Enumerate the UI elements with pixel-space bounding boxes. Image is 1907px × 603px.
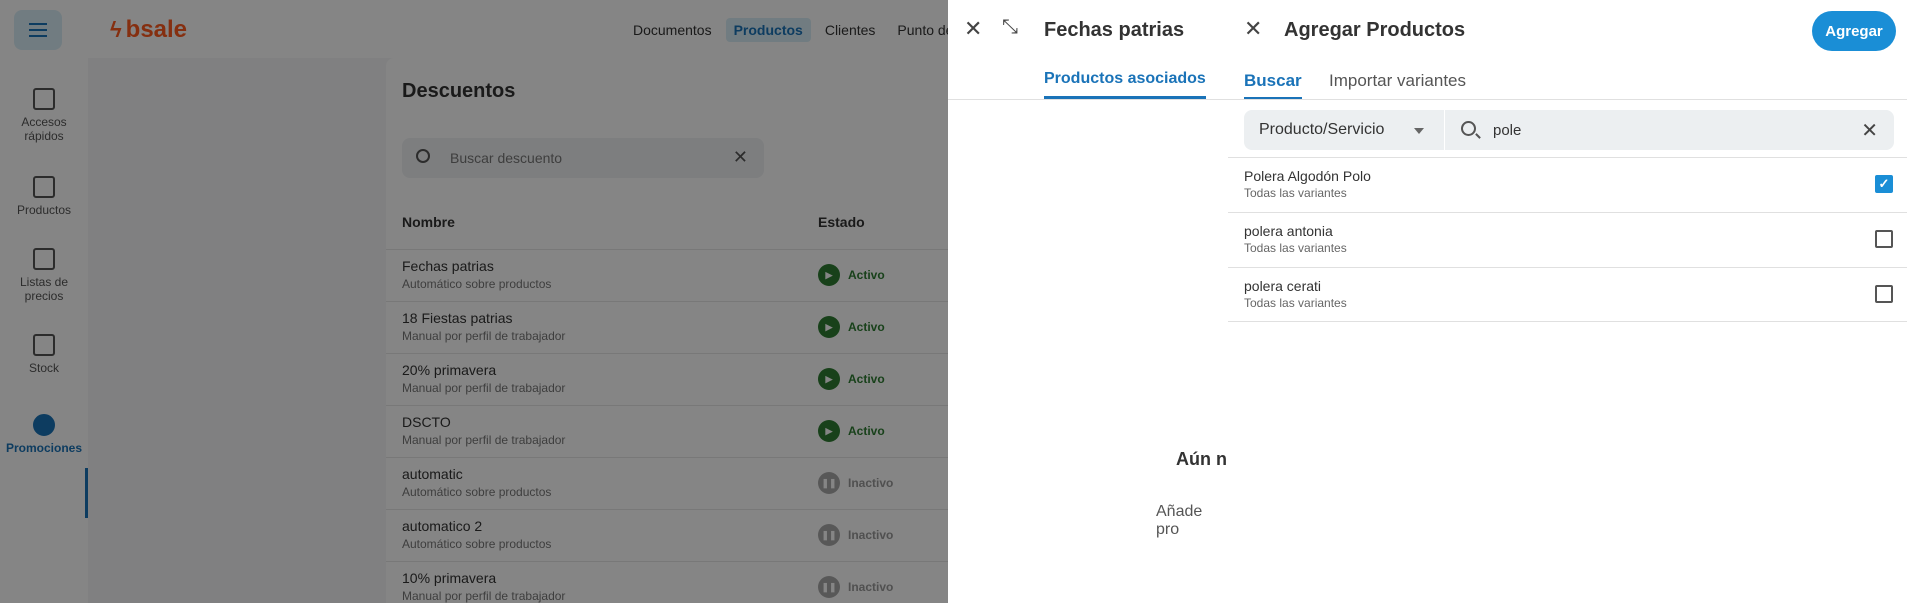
add-products-drawer: ✕ Agregar Productos Agregar Buscar Impor… <box>1228 0 1907 603</box>
select-checkbox[interactable] <box>1875 285 1893 303</box>
product-search-input[interactable]: pole ✕ <box>1445 110 1894 150</box>
close-icon[interactable]: ✕ <box>1244 16 1262 42</box>
tab-buscar[interactable]: Buscar <box>1244 71 1302 100</box>
search-icon <box>1461 121 1476 136</box>
product-variants: Todas las variantes <box>1244 241 1347 255</box>
empty-state-title: Aún n <box>1176 449 1227 469</box>
checkmark-icon: ✓ <box>1878 176 1890 191</box>
divider <box>1228 99 1907 100</box>
tab-importar-variantes[interactable]: Importar variantes <box>1329 71 1466 97</box>
discount-detail-drawer: ✕ ⤡ Fechas patrias Productos asociados A… <box>948 0 1228 603</box>
divider <box>948 99 1228 100</box>
clear-icon[interactable]: ✕ <box>1861 118 1878 143</box>
product-name: polera cerati <box>1244 278 1322 294</box>
list-item[interactable]: polera cerati Todas las variantes <box>1228 267 1907 322</box>
product-variants: Todas las variantes <box>1244 186 1347 200</box>
search-type-select[interactable]: Producto/Servicio <box>1244 110 1444 150</box>
product-variants: Todas las variantes <box>1244 296 1347 310</box>
expand-icon[interactable]: ⤡ <box>1002 16 1018 39</box>
close-icon[interactable]: ✕ <box>964 16 982 42</box>
drawer-title: Fechas patrias <box>1044 19 1185 41</box>
search-value: pole <box>1493 122 1522 139</box>
empty-state-hint: Añade pro <box>1156 503 1203 538</box>
select-checkbox[interactable]: ✓ <box>1875 175 1893 193</box>
search-results-list: Polera Algodón Polo Todas las variantes … <box>1228 157 1907 322</box>
chevron-down-icon <box>1414 128 1424 134</box>
select-checkbox[interactable] <box>1875 230 1893 248</box>
list-item[interactable]: Polera Algodón Polo Todas las variantes … <box>1228 157 1907 212</box>
agregar-button[interactable]: Agregar <box>1812 11 1896 51</box>
drawer-title: Agregar Productos <box>1284 19 1466 41</box>
list-item[interactable]: polera antonia Todas las variantes <box>1228 212 1907 267</box>
product-name: polera antonia <box>1244 223 1333 239</box>
select-value: Producto/Servicio <box>1259 121 1385 138</box>
product-name: Polera Algodón Polo <box>1244 168 1371 184</box>
tab-productos-asociados[interactable]: Productos asociados <box>1044 70 1206 99</box>
